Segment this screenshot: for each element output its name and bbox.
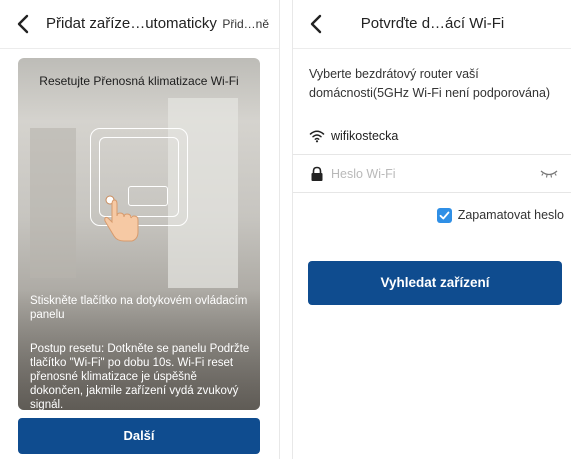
back-chevron-icon[interactable] — [12, 12, 36, 36]
reset-instruction-card: Resetujte Přenosná klimatizace Wi-Fi Sti… — [18, 58, 260, 410]
search-device-button[interactable]: Vyhledat zařízení — [308, 261, 562, 305]
confirm-wifi-screen: Potvrďte d…ácí Wi-Fi Vyberte bezdrátový … — [292, 0, 571, 459]
wifi-password-row — [293, 156, 571, 193]
reset-device-screen: Přidat zaříze…utomaticky Přid…ně Resetuj… — [0, 0, 280, 459]
top-navigation-bar: Potvrďte d…ácí Wi-Fi — [293, 0, 571, 49]
checkbox-checked-icon[interactable] — [436, 207, 452, 223]
wifi-icon — [309, 130, 325, 143]
wifi-ssid: wifikostecka — [331, 129, 399, 143]
manual-add-link[interactable]: Přid…ně — [222, 17, 269, 31]
eye-closed-icon[interactable] — [540, 169, 558, 179]
top-navigation-bar: Přidat zaříze…utomaticky Přid…ně — [0, 0, 279, 49]
page-title: Přidat zaříze…utomaticky — [46, 15, 217, 32]
reset-procedure-text: Postup resetu: Dotkněte se panelu Podržt… — [30, 343, 250, 410]
background-door — [30, 128, 76, 278]
wifi-password-input[interactable] — [331, 164, 531, 184]
remember-password-toggle[interactable]: Zapamatovat heslo — [436, 206, 564, 224]
router-instruction-text: Vyberte bezdrátový router vaší domácnost… — [309, 67, 551, 100]
instruction-text: Stiskněte tlačítko na dotykovém ovládací… — [30, 295, 248, 321]
wifi-network-row[interactable]: wifikostecka — [293, 118, 571, 155]
tap-hand-icon — [104, 195, 139, 242]
card-title: Resetujte Přenosná klimatizace Wi-Fi — [39, 74, 239, 88]
remember-password-label: Zapamatovat heslo — [457, 208, 564, 222]
page-title: Potvrďte d…ácí Wi-Fi — [360, 15, 505, 32]
lock-icon — [311, 166, 323, 181]
next-button[interactable]: Další — [18, 418, 260, 454]
